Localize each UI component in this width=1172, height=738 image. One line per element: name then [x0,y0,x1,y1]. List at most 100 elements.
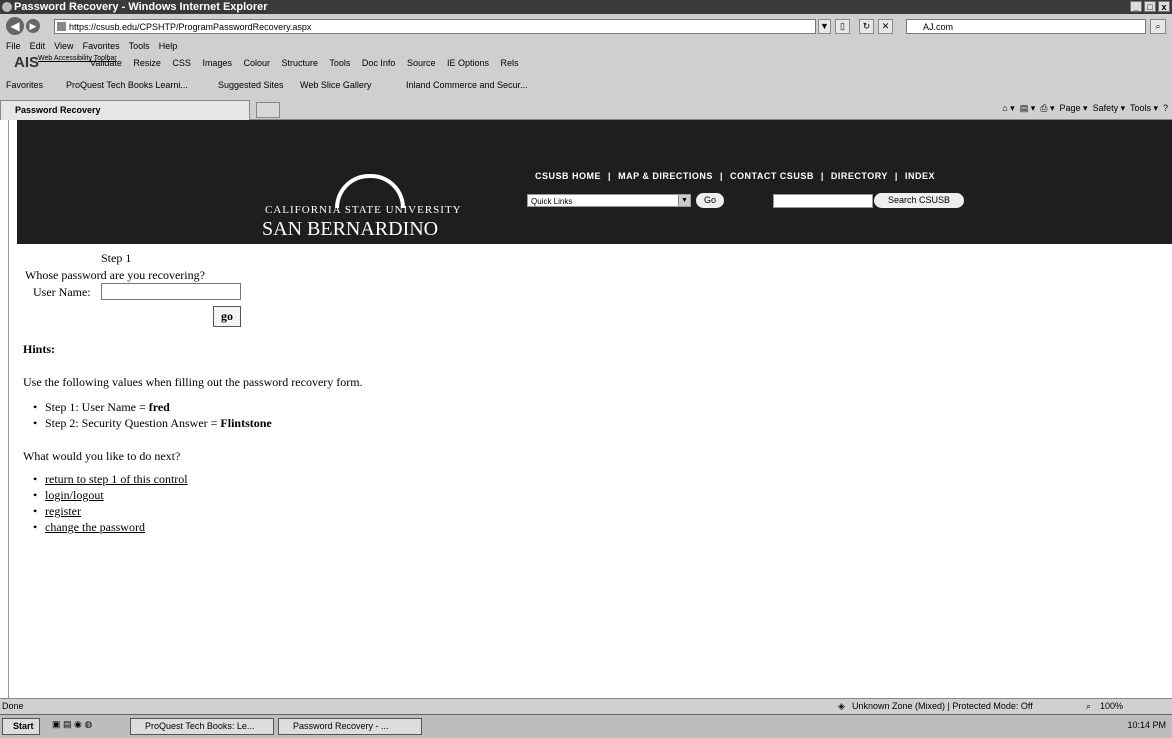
quicklaunch-icons[interactable]: ▣ ▤ ◉ ◍ [52,719,92,730]
hint-value: Flintstone [220,416,272,430]
window-title: Password Recovery - Windows Internet Exp… [14,1,268,13]
task-password-recovery[interactable]: Password Recovery - ... [278,718,422,735]
link-register[interactable]: register [45,504,81,518]
page-content: CALIFORNIA STATE UNIVERSITY SAN BERNARDI… [8,120,1172,698]
minimize-icon[interactable]: _ [1130,1,1142,12]
link-change-password[interactable]: change the password [45,520,145,534]
list-item: Step 1: User Name = fred [33,399,272,415]
menu-tools[interactable]: Tools [129,40,150,53]
refresh-icon[interactable]: ↻ [859,19,874,34]
top-links: CSUSB HOME | MAP & DIRECTIONS | CONTACT … [535,171,939,181]
recovery-question: Whose password are you recovering? [25,268,205,282]
ais-tools-button[interactable]: Tools [329,58,350,68]
favorite-link-suggested[interactable]: Suggested Sites [218,80,284,90]
ais-colour-button[interactable]: Colour [243,58,270,68]
link-index[interactable]: INDEX [905,171,935,181]
favorites-bar: Favorites ProQuest Tech Books Learni... … [0,75,1172,97]
tab-password-recovery[interactable]: Password Recovery [0,100,250,120]
list-item: Step 2: Security Question Answer = Flint… [33,415,272,431]
university-name: CALIFORNIA STATE UNIVERSITY [265,204,462,216]
search-text: AJ.com [923,22,954,32]
home-icon[interactable]: ⌂ ▾ [1002,103,1014,113]
menu-view[interactable]: View [54,40,73,53]
taskbar: Start ▣ ▤ ◉ ◍ ProQuest Tech Books: Le...… [0,714,1172,738]
ais-subtitle[interactable]: Web Accessibility Toolbar [38,55,117,62]
search-input[interactable]: AJ.com [906,19,1146,34]
separator: | [820,171,824,181]
ie-logo-icon [2,2,12,12]
list-item: login/logout [33,487,188,503]
next-heading: What would you like to do next? [23,449,181,463]
address-toolbar: ◀ ▶ https://csusb.edu/CPSHTP/ProgramPass… [0,14,1172,40]
feeds-icon[interactable]: ▤ ▾ [1020,103,1036,113]
start-button[interactable]: Start [2,718,40,735]
campus-name: SAN BERNARDINO [262,218,439,240]
menu-favorites[interactable]: Favorites [83,40,120,53]
favorite-link-proquest[interactable]: ProQuest Tech Books Learni... [66,80,188,90]
favorite-link-inland[interactable]: Inland Commerce and Secur... [406,80,528,90]
step-label: Step 1 [101,251,132,265]
tools-menu[interactable]: Tools [1130,103,1151,113]
task-proquest[interactable]: ProQuest Tech Books: Le... [130,718,274,735]
forward-button[interactable]: ▶ [26,19,40,33]
page-menu[interactable]: Page [1060,103,1081,113]
close-icon[interactable]: x [1158,1,1170,12]
menu-edit[interactable]: Edit [30,40,46,53]
link-return-step1[interactable]: return to step 1 of this control [45,472,188,486]
ais-source-button[interactable]: Source [407,58,436,68]
zoom-level[interactable]: 100% [1100,699,1123,714]
ais-docinfo-button[interactable]: Doc Info [362,58,396,68]
favorites-button[interactable]: Favorites [6,80,43,90]
help-icon[interactable]: ? [1163,103,1168,113]
status-text: Done [2,701,24,711]
separator: | [719,171,723,181]
ais-resize-button[interactable]: Resize [133,58,161,68]
maximize-icon[interactable]: □ [1144,1,1156,12]
compatibility-icon[interactable]: ▯ [835,19,850,34]
zone-icon: ◈ [838,701,845,711]
link-map-directions[interactable]: MAP & DIRECTIONS [618,171,713,181]
ais-ieoptions-button[interactable]: IE Options [447,58,489,68]
csusb-banner: CALIFORNIA STATE UNIVERSITY SAN BERNARDI… [17,120,1172,244]
link-login-logout[interactable]: login/logout [45,488,104,502]
stop-icon[interactable]: ✕ [878,19,893,34]
csusb-search-input[interactable] [773,194,873,208]
hints-intro: Use the following values when filling ou… [23,375,363,389]
csusb-logo-icon [335,174,405,208]
new-tab-button[interactable] [256,102,280,118]
quick-links-go-button[interactable]: Go [696,193,724,208]
go-button[interactable]: go [213,306,241,327]
address-field[interactable]: https://csusb.edu/CPSHTP/ProgramPassword… [54,19,816,34]
hints-heading: Hints: [23,342,56,356]
chevron-down-icon[interactable]: ▼ [678,195,690,206]
ais-rels-button[interactable]: Rels [501,58,519,68]
safety-menu[interactable]: Safety [1093,103,1119,113]
username-input[interactable] [101,283,241,300]
ais-css-button[interactable]: CSS [172,58,191,68]
ais-logo: AIS [14,54,40,71]
window-title-bar: Password Recovery - Windows Internet Exp… [0,0,1172,14]
list-item: register [33,503,188,519]
menu-bar: File Edit View Favorites Tools Help [0,40,1172,53]
back-button[interactable]: ◀ [6,17,24,35]
link-csusb-home[interactable]: CSUSB HOME [535,171,601,181]
ais-validate-button[interactable]: Validate [90,58,122,68]
search-icon[interactable]: ⌕ [1150,19,1166,34]
ais-images-button[interactable]: Images [202,58,232,68]
favorite-link-webslice[interactable]: Web Slice Gallery [300,80,371,90]
ais-structure-button[interactable]: Structure [282,58,319,68]
search-csusb-button[interactable]: Search CSUSB [874,193,964,208]
link-directory[interactable]: DIRECTORY [831,171,888,181]
security-zone[interactable]: Unknown Zone (Mixed) | Protected Mode: O… [852,699,1033,714]
address-dropdown-icon[interactable]: ▼ [818,19,831,34]
address-text: https://csusb.edu/CPSHTP/ProgramPassword… [69,22,312,32]
next-links: return to step 1 of this control login/l… [33,471,188,535]
quick-links-select[interactable]: Quick Links ▼ [527,194,691,207]
menu-help[interactable]: Help [159,40,178,53]
print-icon[interactable]: ⎙ ▾ [1040,103,1054,113]
list-item: change the password [33,519,188,535]
menu-file[interactable]: File [6,40,21,53]
clock: 10:14 PM [1127,720,1166,730]
link-contact[interactable]: CONTACT CSUSB [730,171,814,181]
separator: | [608,171,612,181]
